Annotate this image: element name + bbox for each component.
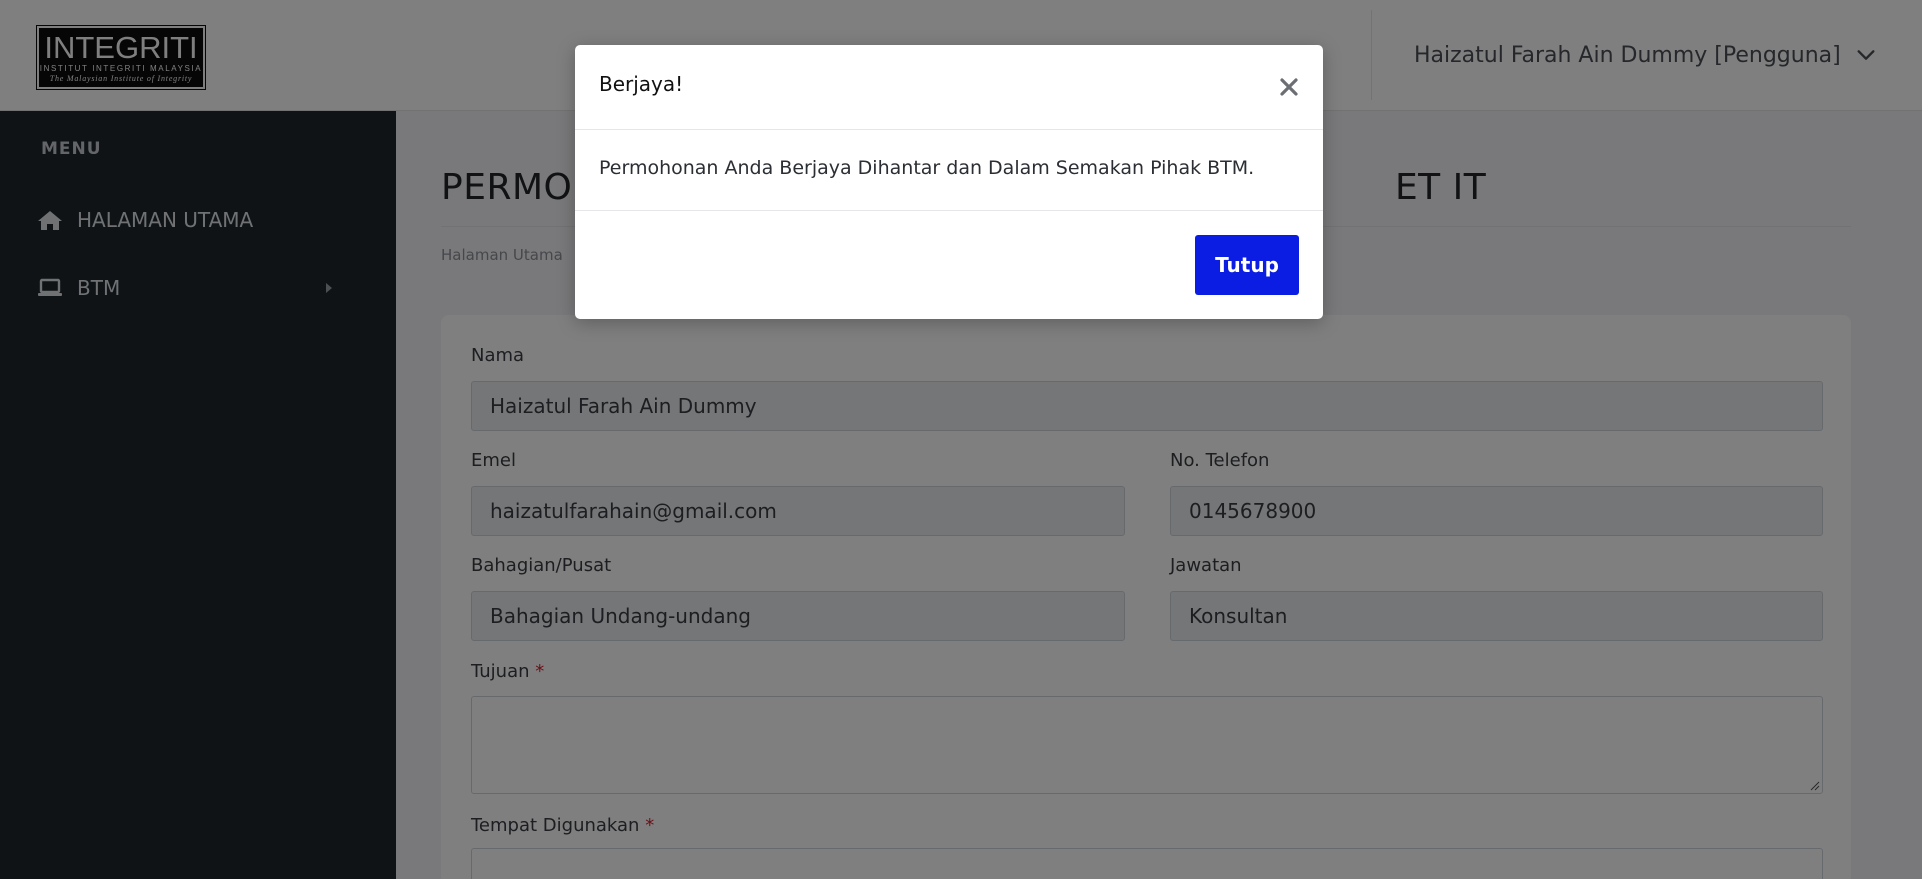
modal-message: Permohonan Anda Berjaya Dihantar dan Dal… [599, 157, 1255, 179]
success-modal: Berjaya! Permohonan Anda Berjaya Dihanta… [575, 45, 1323, 319]
tutup-button[interactable]: Tutup [1195, 235, 1299, 295]
close-icon[interactable] [1275, 73, 1303, 101]
modal-title: Berjaya! [599, 72, 684, 96]
modal-footer-divider [575, 210, 1323, 211]
modal-header: Berjaya! [575, 45, 1323, 130]
